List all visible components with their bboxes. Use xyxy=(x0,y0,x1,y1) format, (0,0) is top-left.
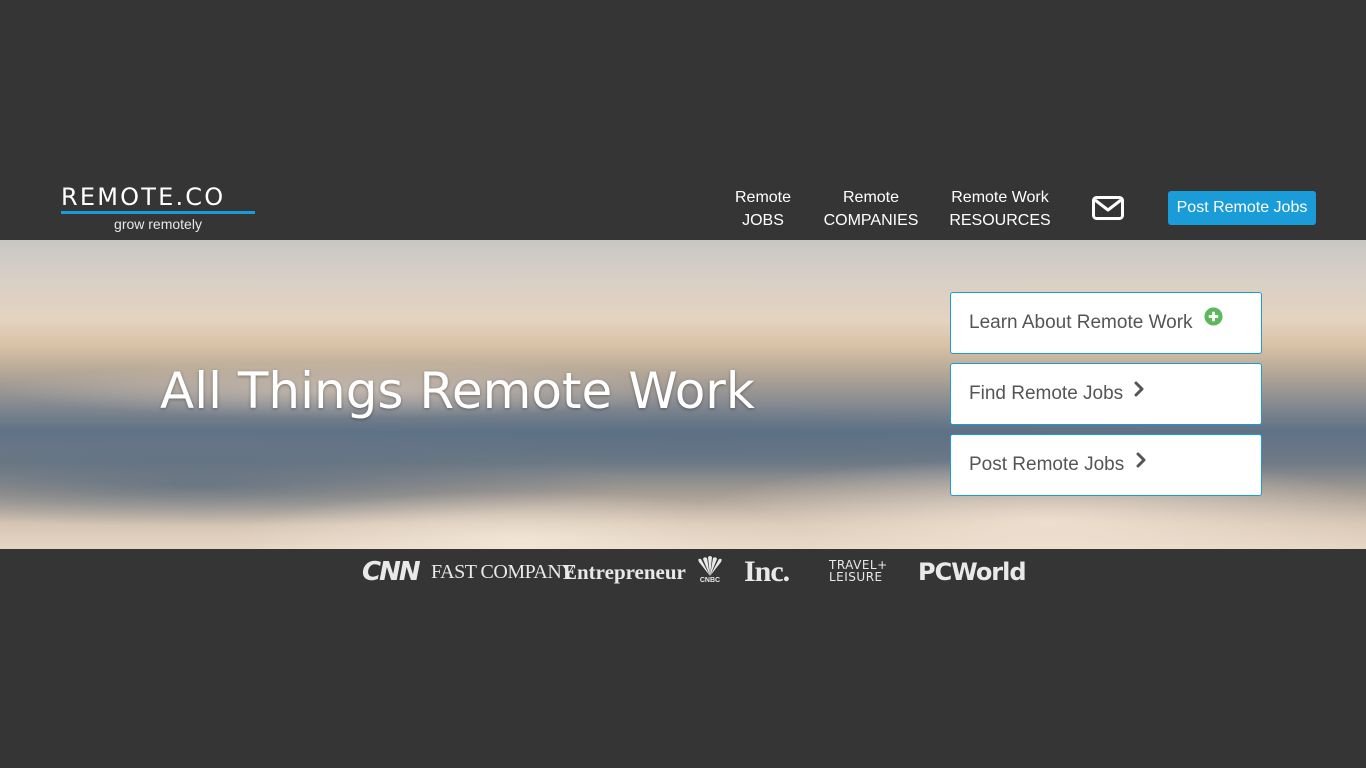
press-logos: CNN FAST COMPANY Entrepreneur CNBC Inc. … xyxy=(360,554,1027,590)
cnn-logo: CNN xyxy=(362,557,421,587)
plus-circle-icon xyxy=(1204,291,1223,351)
envelope-icon[interactable] xyxy=(1092,196,1124,220)
hero-title: All Things Remote Work xyxy=(160,362,755,420)
travel-leisure-logo: TRAVEL+ LEISURE xyxy=(829,559,888,583)
inc-logo: Inc. xyxy=(744,555,790,588)
nav-remote-work-resources-line1: Remote Work xyxy=(951,189,1049,206)
logo-tagline: grow remotely xyxy=(114,216,202,232)
find-remote-jobs-button[interactable]: Find Remote Jobs xyxy=(950,363,1262,425)
post-remote-jobs-button[interactable]: Post Remote Jobs xyxy=(1168,191,1316,225)
nav-remote-jobs-line2: JOBS xyxy=(742,212,784,229)
nav-remote-work-resources-line2: RESOURCES xyxy=(949,212,1051,229)
nav-remote-companies[interactable]: Remote COMPANIES xyxy=(816,186,926,232)
logo-wordmark: REMOTE.CO xyxy=(61,183,226,211)
entrepreneur-logo: Entrepreneur xyxy=(563,560,686,584)
nav-remote-jobs-line1: Remote xyxy=(734,189,792,206)
travel-leisure-line2: LEISURE xyxy=(829,570,883,584)
fast-company-logo: FAST COMPANY xyxy=(431,561,576,583)
remote-co-logo[interactable]: REMOTE.CO grow remotely xyxy=(61,184,255,232)
post-remote-jobs-card-label: Post Remote Jobs xyxy=(969,454,1125,475)
logo-underline xyxy=(61,211,255,214)
find-remote-jobs-label: Find Remote Jobs xyxy=(969,383,1124,404)
nav-remote-work-resources[interactable]: Remote Work RESOURCES xyxy=(940,186,1060,232)
nav-remote-companies-line2: COMPANIES xyxy=(823,212,919,229)
pcworld-logo: PCWorld xyxy=(918,558,1027,586)
nav-remote-companies-line1: Remote xyxy=(842,189,900,206)
site-header: REMOTE.CO grow remotely Remote JOBS Remo… xyxy=(0,176,1366,240)
nav-remote-jobs[interactable]: Remote JOBS xyxy=(718,186,808,232)
learn-about-remote-work-label: Learn About Remote Work xyxy=(969,312,1193,333)
learn-about-remote-work-button[interactable]: Learn About Remote Work xyxy=(950,292,1262,354)
cnbc-logo: CNBC xyxy=(693,556,727,588)
chevron-right-icon xyxy=(1136,433,1147,493)
hero-banner: All Things Remote Work Learn About Remot… xyxy=(0,240,1366,549)
cnbc-text: CNBC xyxy=(699,577,721,584)
peacock-icon xyxy=(698,556,722,576)
post-remote-jobs-card-button[interactable]: Post Remote Jobs xyxy=(950,434,1262,496)
chevron-right-icon xyxy=(1134,362,1145,422)
